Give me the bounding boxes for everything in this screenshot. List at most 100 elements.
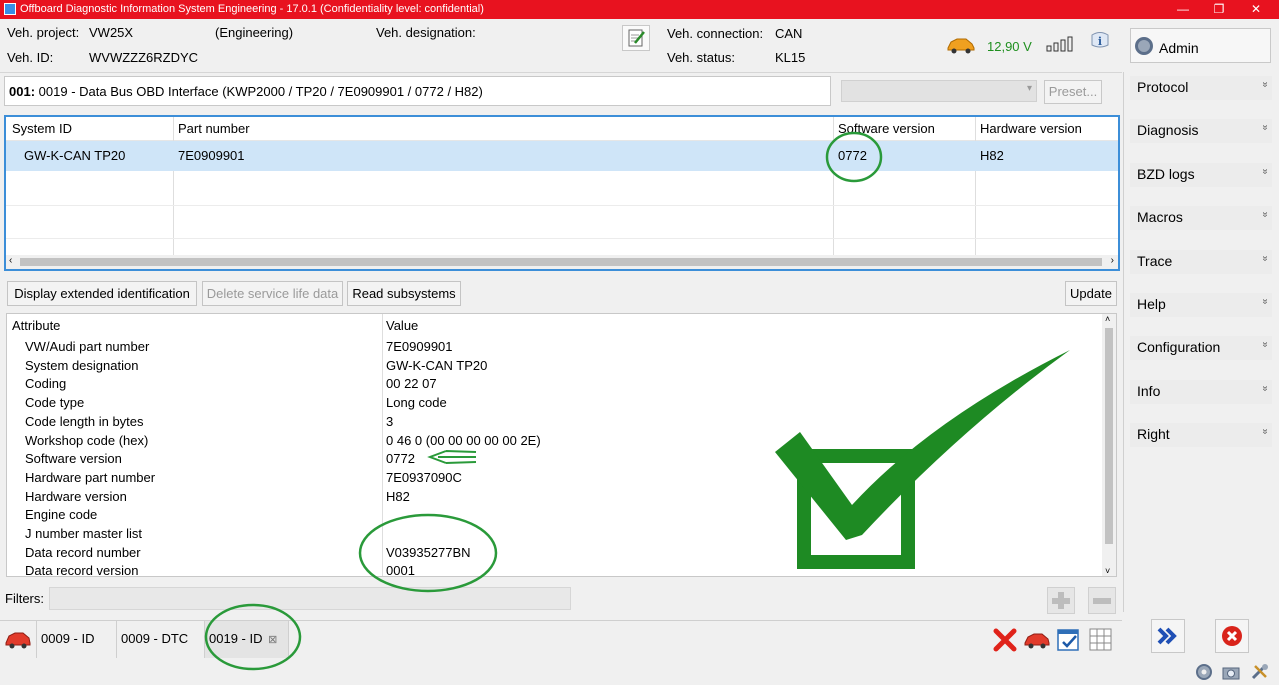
col-part-number[interactable]: Part number — [178, 121, 250, 136]
tools-icon[interactable] — [1249, 662, 1271, 682]
veh-id-value: WVWZZZ6RZDYC — [89, 50, 199, 65]
tab-label: 0009 - DTC — [121, 631, 189, 646]
col-software-version[interactable]: Software version — [838, 121, 935, 136]
attribute-value: H82 — [386, 488, 410, 504]
delete-service-life-button[interactable]: Delete service life data — [202, 281, 343, 306]
settings-icon[interactable] — [1194, 662, 1214, 682]
veh-connection-value: CAN — [775, 26, 803, 41]
table-row[interactable]: Data record number V03935277BN — [7, 544, 1103, 563]
col-system-id[interactable]: System ID — [12, 121, 72, 136]
chevron-down-icon: » — [1259, 298, 1271, 305]
minus-icon[interactable] — [1088, 587, 1116, 614]
veh-project-label: Veh. project: — [7, 25, 80, 40]
info-icon[interactable]: i — [1090, 31, 1110, 51]
table-row[interactable]: Hardware version H82 — [7, 488, 1103, 507]
grid-icon[interactable] — [1088, 627, 1114, 653]
checklist-icon[interactable] — [1056, 627, 1082, 653]
camera-icon[interactable] — [1221, 663, 1241, 681]
plus-icon[interactable] — [1047, 587, 1075, 614]
filters-input[interactable] — [49, 587, 571, 610]
svg-text:i: i — [1098, 35, 1102, 48]
table-row[interactable]: Hardware part number 7E0937090C — [7, 469, 1103, 488]
attribute-value: GW-K-CAN TP20 — [386, 357, 488, 373]
close-window-button[interactable]: ✕ — [1238, 0, 1274, 19]
car-action-icon[interactable] — [1023, 630, 1051, 650]
tab-0009-id[interactable]: 0009 - ID — [37, 621, 117, 658]
attribute-value: 7E0937090C — [386, 469, 462, 485]
edit-icon[interactable] — [622, 25, 650, 51]
scroll-up-icon[interactable]: ˄ — [1105, 314, 1110, 324]
attr-header-value[interactable]: Value — [386, 318, 418, 333]
ecu-designation-bar: 001: 0019 - Data Bus OBD Interface (KWP2… — [4, 76, 831, 106]
tab-0019-id[interactable]: 0019 - ID ⊠ — [205, 621, 289, 658]
table-row[interactable]: Workshop code (hex) 0 46 0 (00 00 00 00 0… — [7, 432, 1103, 451]
tab-0009-dtc[interactable]: 0009 - DTC — [117, 621, 205, 658]
gear-icon — [1135, 37, 1153, 55]
table-row[interactable]: Coding 00 22 07 — [7, 375, 1103, 394]
delete-x-icon[interactable] — [992, 627, 1018, 653]
vehicle-header: Veh. project: VW25X (Engineering) Veh. d… — [0, 19, 1122, 73]
table-row[interactable]: Code length in bytes 3 — [7, 413, 1103, 432]
car-tab-icon[interactable] — [0, 621, 37, 658]
attribute-name: System designation — [25, 357, 139, 373]
attribute-value: 7E0909901 — [386, 339, 453, 354]
attribute-name: Data record version — [25, 563, 139, 579]
col-hardware-version[interactable]: Hardware version — [980, 121, 1082, 136]
ecu-address: 001: — [9, 84, 36, 99]
sidebar-item-info[interactable]: Info » — [1130, 379, 1272, 404]
sidebar-item-right[interactable]: Right » — [1130, 423, 1272, 448]
horizontal-scrollbar[interactable]: ‹ › — [6, 255, 1118, 269]
car-icon — [946, 36, 976, 54]
table-row[interactable]: Software version 0772 — [7, 450, 1103, 469]
sidebar-item-protocol[interactable]: Protocol » — [1130, 76, 1272, 100]
sidebar-item-trace[interactable]: Trace » — [1130, 249, 1272, 274]
chevron-down-icon: » — [1259, 125, 1271, 131]
table-row[interactable]: Code type Long code — [7, 394, 1103, 413]
sidebar-item-bzd-logs[interactable]: BZD logs » — [1130, 162, 1272, 187]
table-row[interactable]: J number master list — [7, 525, 1103, 544]
display-extended-button[interactable]: Display extended identification — [7, 281, 197, 306]
veh-connection-label: Veh. connection: — [667, 26, 764, 41]
restore-button[interactable]: ❐ — [1201, 0, 1237, 19]
attribute-value: 0 46 0 (00 00 00 00 00 2E) — [386, 432, 541, 448]
chevron-down-icon: » — [1259, 428, 1271, 435]
scroll-down-icon[interactable]: ˅ — [1105, 566, 1110, 576]
table-row[interactable]: Data record version 0001 — [7, 562, 1103, 581]
row-system-id: GW-K-CAN TP20 — [24, 148, 126, 163]
ecu-designation: 001: 0019 - Data Bus OBD Interface (KWP2… — [9, 84, 483, 99]
table-row[interactable]: GW-K-CAN TP20 7E0909901 0772 H82 — [6, 141, 1118, 171]
read-subsystems-button[interactable]: Read subsystems — [347, 281, 461, 306]
attr-header-attribute[interactable]: Attribute — [12, 318, 60, 333]
sidebar-item-help[interactable]: Help » — [1130, 293, 1272, 317]
sidebar-item-macros[interactable]: Macros » — [1130, 206, 1272, 231]
close-red-icon[interactable] — [1215, 619, 1249, 653]
attribute-value: 0001 — [386, 563, 415, 579]
attribute-name: Hardware part number — [25, 469, 156, 485]
filters-label: Filters: — [5, 591, 44, 606]
right-sidebar: Protocol» Diagnosis» BZD logs» Macros» Trace… — [1123, 72, 1279, 612]
attribute-name: Code type — [25, 395, 85, 411]
sidebar-item-diagnosis[interactable]: Diagnosis » — [1130, 119, 1272, 144]
table-row[interactable]: VW/Audi part number 7E0909901 — [7, 338, 1103, 357]
update-button[interactable]: Update — [1065, 281, 1117, 306]
preset-select[interactable]: ▾ — [841, 80, 1037, 102]
vertical-scrollbar[interactable]: ˄ ˅ — [1102, 314, 1116, 576]
table-row[interactable]: System designation GW-K-CAN TP20 — [7, 357, 1103, 376]
veh-project-value: VW25X — [89, 25, 134, 40]
attribute-name: Software version — [25, 451, 122, 467]
scroll-right-icon[interactable]: › — [1111, 255, 1114, 266]
preset-button[interactable]: Preset... — [1044, 80, 1102, 104]
window-title: Offboard Diagnostic Information System E… — [20, 3, 484, 15]
scroll-left-icon[interactable]: ‹ — [9, 255, 12, 266]
system-table: System ID Part number Software version H… — [4, 115, 1120, 271]
attribute-name: Coding — [25, 376, 67, 392]
close-tab-icon[interactable]: ⊠ — [268, 634, 277, 646]
title-bar: Offboard Diagnostic Information System E… — [0, 0, 1279, 19]
veh-status-label: Veh. status: — [667, 50, 735, 65]
sidebar-item-configuration[interactable]: Configuration » — [1130, 336, 1272, 361]
chevron-down-icon: » — [1259, 342, 1271, 348]
table-row[interactable]: Engine code — [7, 506, 1103, 525]
forward-icon[interactable] — [1151, 619, 1185, 653]
admin-button[interactable]: Admin — [1130, 28, 1271, 63]
minimize-button[interactable]: — — [1165, 0, 1201, 19]
